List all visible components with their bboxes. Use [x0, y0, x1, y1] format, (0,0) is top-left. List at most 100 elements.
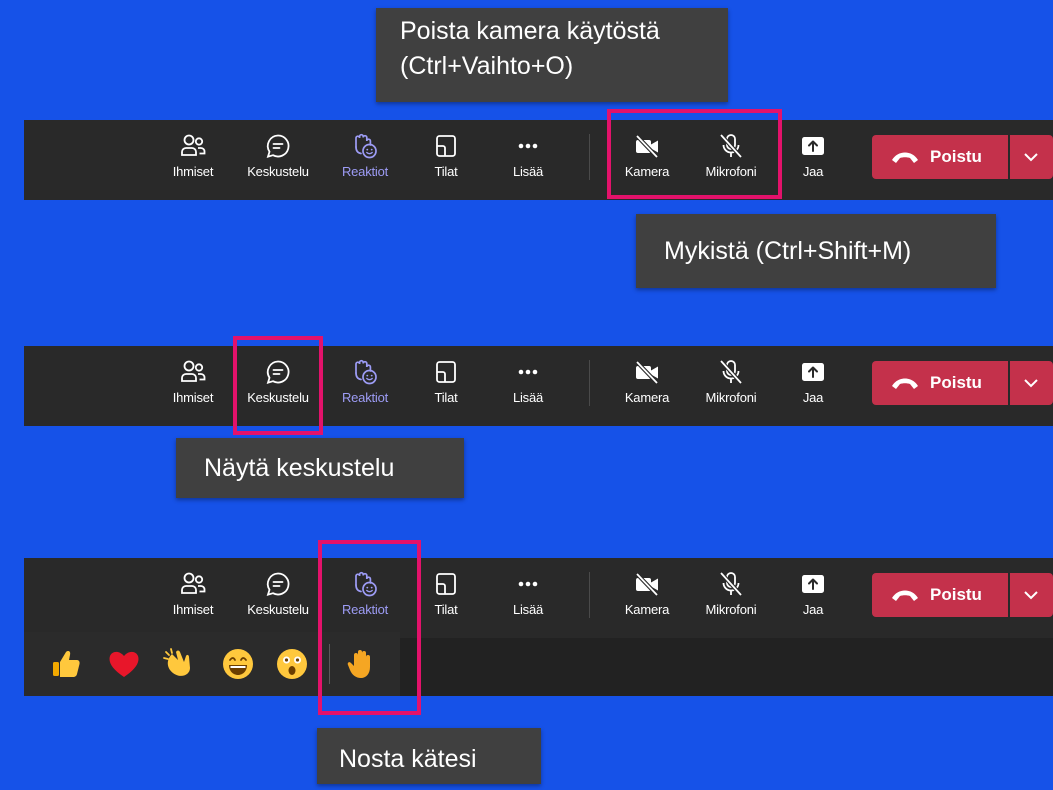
- reactions-button[interactable]: Reaktiot: [330, 130, 400, 190]
- rooms-icon: [432, 132, 460, 160]
- camera-tooltip-line2: (Ctrl+Vaihto+O): [400, 52, 574, 80]
- reactions-label: Reaktiot: [341, 602, 389, 617]
- surprised-face-icon[interactable]: [274, 646, 310, 682]
- chat-tooltip: Näytä keskustelu: [176, 438, 464, 498]
- more-label: Lisää: [512, 390, 544, 405]
- share-button[interactable]: Jaa: [778, 568, 848, 628]
- mic-button[interactable]: Mikrofoni: [696, 568, 766, 628]
- reactions-button[interactable]: Reaktiot: [330, 356, 400, 416]
- share-button[interactable]: Jaa: [778, 356, 848, 416]
- more-button[interactable]: Lisää: [493, 130, 563, 190]
- leave-options-button[interactable]: [1010, 361, 1053, 405]
- camera-button[interactable]: Kamera: [612, 130, 682, 190]
- chat-button[interactable]: Keskustelu: [243, 568, 313, 628]
- chevron-down-icon: [1024, 591, 1038, 600]
- more-button[interactable]: Lisää: [493, 356, 563, 416]
- toolbar-divider: [589, 134, 590, 180]
- leave-options-button[interactable]: [1010, 573, 1053, 617]
- share-label: Jaa: [802, 164, 824, 179]
- share-label: Jaa: [802, 602, 824, 617]
- share-icon: [799, 358, 827, 386]
- share-button[interactable]: Jaa: [778, 130, 848, 190]
- more-label: Lisää: [512, 164, 544, 179]
- rooms-button[interactable]: Tilat: [411, 356, 481, 416]
- camera-tooltip: Poista kamera käytöstä (Ctrl+Vaihto+O): [376, 8, 728, 102]
- camera-label: Kamera: [624, 602, 670, 617]
- chevron-down-icon: [1024, 379, 1038, 388]
- mic-off-icon: [717, 132, 745, 160]
- chat-icon: [264, 358, 292, 386]
- camera-off-icon: [633, 570, 661, 598]
- heart-icon[interactable]: [106, 646, 142, 682]
- reactions-icon: [351, 358, 379, 386]
- leave-label: Poistu: [930, 585, 982, 604]
- more-label: Lisää: [512, 602, 544, 617]
- people-button[interactable]: Ihmiset: [158, 568, 228, 628]
- meeting-toolbar: Ihmiset Keskustelu Reaktiot Tilat Lisää …: [24, 346, 1053, 426]
- rooms-label: Tilat: [434, 164, 458, 179]
- people-label: Ihmiset: [172, 390, 214, 405]
- camera-tooltip-line1: Poista kamera käytöstä: [400, 17, 660, 45]
- rooms-icon: [432, 358, 460, 386]
- mic-button[interactable]: Mikrofoni: [696, 130, 766, 190]
- mic-label: Mikrofoni: [705, 602, 757, 617]
- people-icon: [179, 132, 207, 160]
- mute-tooltip-text: Mykistä (Ctrl+Shift+M): [664, 237, 912, 265]
- mic-label: Mikrofoni: [705, 390, 757, 405]
- chevron-down-icon: [1024, 153, 1038, 162]
- chat-label: Keskustelu: [247, 390, 309, 405]
- leave-button[interactable]: Poistu: [872, 573, 1008, 617]
- reactions-label: Reaktiot: [341, 390, 389, 405]
- reactions-icon: [351, 570, 379, 598]
- mic-label: Mikrofoni: [705, 164, 757, 179]
- phone-hangup-icon: [892, 152, 918, 163]
- raised-hand-icon[interactable]: [344, 646, 380, 682]
- mic-button[interactable]: Mikrofoni: [696, 356, 766, 416]
- camera-label: Kamera: [624, 164, 670, 179]
- thumbs-up-icon[interactable]: [48, 646, 84, 682]
- chat-button[interactable]: Keskustelu: [243, 356, 313, 416]
- phone-hangup-icon: [892, 590, 918, 601]
- share-icon: [799, 570, 827, 598]
- chat-icon: [264, 132, 292, 160]
- rooms-icon: [432, 570, 460, 598]
- laughing-face-icon[interactable]: [220, 646, 256, 682]
- chat-label: Keskustelu: [247, 602, 309, 617]
- leave-button[interactable]: Poistu: [872, 361, 1008, 405]
- people-label: Ihmiset: [172, 602, 214, 617]
- rooms-button[interactable]: Tilat: [411, 130, 481, 190]
- leave-label: Poistu: [930, 147, 982, 166]
- reactions-button[interactable]: Reaktiot: [330, 568, 400, 628]
- more-icon: [514, 570, 542, 598]
- more-icon: [514, 132, 542, 160]
- leave-button[interactable]: Poistu: [872, 135, 1008, 179]
- camera-label: Kamera: [624, 390, 670, 405]
- people-button[interactable]: Ihmiset: [158, 356, 228, 416]
- rooms-button[interactable]: Tilat: [411, 568, 481, 628]
- camera-button[interactable]: Kamera: [612, 568, 682, 628]
- phone-hangup-icon: [892, 378, 918, 389]
- raise-hand-tooltip: Nosta kätesi: [317, 728, 541, 784]
- share-icon: [799, 132, 827, 160]
- chat-tooltip-text: Näytä keskustelu: [204, 454, 395, 482]
- more-button[interactable]: Lisää: [493, 568, 563, 628]
- mic-off-icon: [717, 358, 745, 386]
- toolbar-divider: [589, 360, 590, 406]
- meeting-toolbar: Ihmiset Keskustelu Reaktiot Tilat Lisää …: [24, 558, 1053, 638]
- people-button[interactable]: Ihmiset: [158, 130, 228, 190]
- chat-label: Keskustelu: [247, 164, 309, 179]
- mic-off-icon: [717, 570, 745, 598]
- mute-tooltip: Mykistä (Ctrl+Shift+M): [636, 214, 996, 288]
- chat-button[interactable]: Keskustelu: [243, 130, 313, 190]
- leave-label: Poistu: [930, 373, 982, 392]
- share-label: Jaa: [802, 390, 824, 405]
- clapping-hands-icon[interactable]: [162, 646, 198, 682]
- reactions-icon: [351, 132, 379, 160]
- people-icon: [179, 358, 207, 386]
- more-icon: [514, 358, 542, 386]
- toolbar-divider: [589, 572, 590, 618]
- leave-options-button[interactable]: [1010, 135, 1053, 179]
- reactions-divider: [329, 644, 330, 684]
- camera-button[interactable]: Kamera: [612, 356, 682, 416]
- camera-off-icon: [633, 132, 661, 160]
